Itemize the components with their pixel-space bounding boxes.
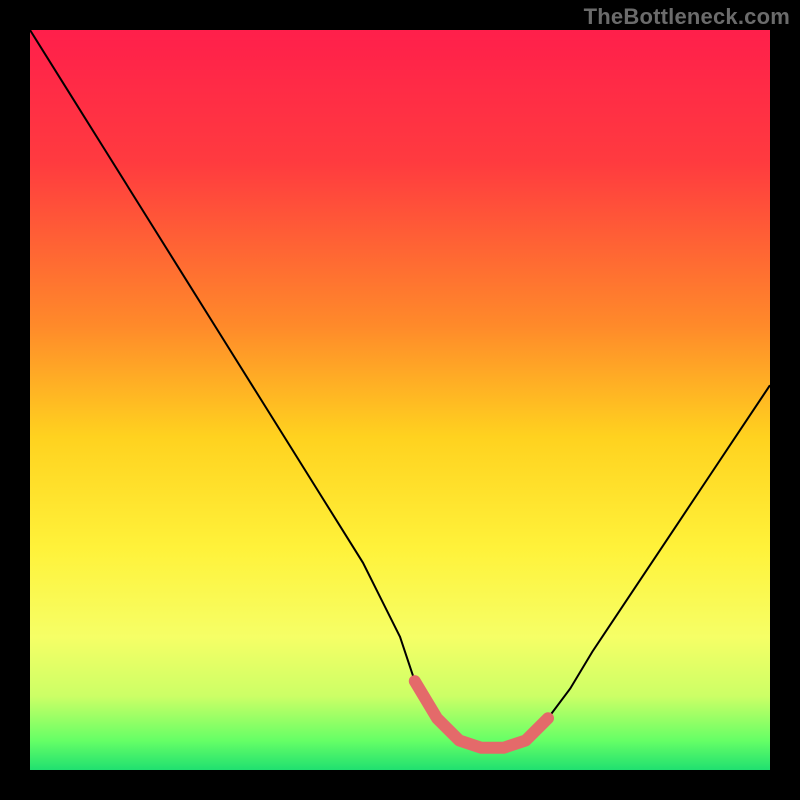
plot-area bbox=[30, 30, 770, 770]
chart-svg bbox=[30, 30, 770, 770]
gradient-background bbox=[30, 30, 770, 770]
watermark-text: TheBottleneck.com bbox=[584, 4, 790, 30]
chart-frame: TheBottleneck.com bbox=[0, 0, 800, 800]
